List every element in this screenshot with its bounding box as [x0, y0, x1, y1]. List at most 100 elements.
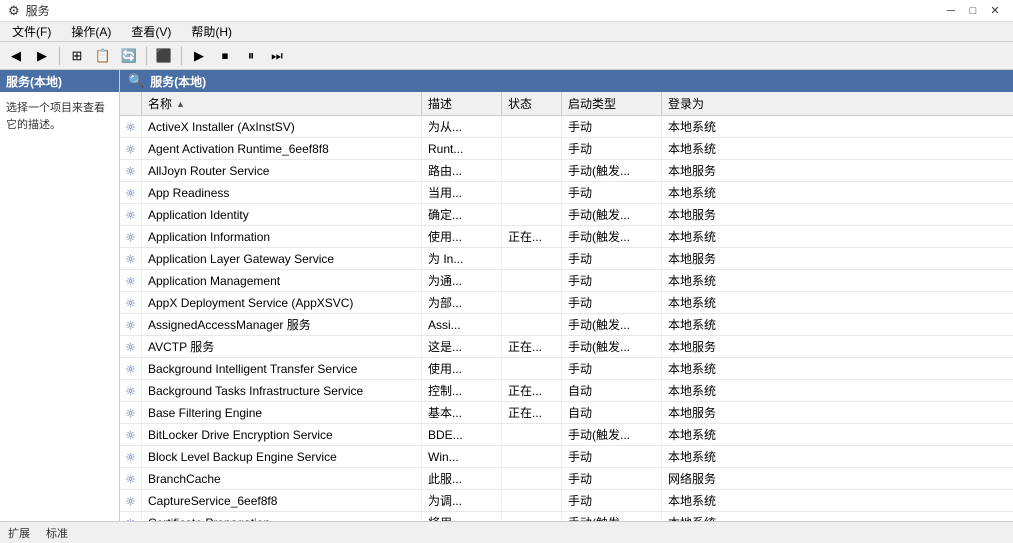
- service-icon-cell: [120, 490, 142, 511]
- table-row[interactable]: Block Level Backup Engine ServiceWin...手…: [120, 446, 1013, 468]
- service-login-as: 本地系统: [662, 226, 742, 247]
- toolbar-separator-1: [59, 47, 60, 65]
- service-name: Base Filtering Engine: [142, 402, 422, 423]
- table-row[interactable]: Background Tasks Infrastructure Service控…: [120, 380, 1013, 402]
- service-name: CaptureService_6eef8f8: [142, 490, 422, 511]
- table-row[interactable]: BitLocker Drive Encryption ServiceBDE...…: [120, 424, 1013, 446]
- table-row[interactable]: Application Information使用...正在...手动(触发..…: [120, 226, 1013, 248]
- service-login-as: 本地服务: [662, 204, 742, 225]
- left-panel-header-label: 服务(本地): [6, 73, 62, 90]
- service-status: 正在...: [502, 380, 562, 401]
- service-icon-cell: [120, 314, 142, 335]
- service-desc: 此服...: [422, 468, 502, 489]
- table-row[interactable]: AllJoyn Router Service路由...手动(触发...本地服务: [120, 160, 1013, 182]
- table-row[interactable]: Certificate Propagation将用...手动(触发...本地系统: [120, 512, 1013, 521]
- table-row[interactable]: Application Identity确定...手动(触发...本地服务: [120, 204, 1013, 226]
- service-login-as: 本地系统: [662, 138, 742, 159]
- menu-file[interactable]: 文件(F): [4, 21, 59, 42]
- service-status: 正在...: [502, 402, 562, 423]
- right-panel-header-label: 服务(本地): [150, 73, 206, 90]
- forward-button[interactable]: ▶: [30, 45, 54, 67]
- service-name: Agent Activation Runtime_6eef8f8: [142, 138, 422, 159]
- close-button[interactable]: ✕: [985, 2, 1005, 20]
- service-name: Background Tasks Infrastructure Service: [142, 380, 422, 401]
- resume-service-btn[interactable]: ⏭: [265, 45, 289, 67]
- service-desc: Win...: [422, 446, 502, 467]
- service-start-type: 手动: [562, 182, 662, 203]
- properties-btn[interactable]: 📋: [91, 45, 115, 67]
- service-icon-cell: [120, 402, 142, 423]
- menu-view[interactable]: 查看(V): [123, 21, 179, 42]
- table-row[interactable]: Application Management为通...手动本地系统: [120, 270, 1013, 292]
- service-login-as: 本地系统: [662, 380, 742, 401]
- service-desc: 控制...: [422, 380, 502, 401]
- pause-service-btn[interactable]: ⏸: [239, 45, 263, 67]
- service-status: [502, 182, 562, 203]
- service-login-as: 本地服务: [662, 248, 742, 269]
- table-row[interactable]: BranchCache此服...手动网络服务: [120, 468, 1013, 490]
- sort-arrow-name: ▲: [176, 99, 185, 109]
- table-row[interactable]: ActiveX Installer (AxInstSV)为从...手动本地系统: [120, 116, 1013, 138]
- service-name: App Readiness: [142, 182, 422, 203]
- status-standard[interactable]: 标准: [46, 525, 68, 541]
- service-icon-cell: [120, 336, 142, 357]
- menu-help[interactable]: 帮助(H): [183, 21, 240, 42]
- service-desc: 这是...: [422, 336, 502, 357]
- table-row[interactable]: Agent Activation Runtime_6eef8f8Runt...手…: [120, 138, 1013, 160]
- service-icon-cell: [120, 160, 142, 181]
- service-status: [502, 116, 562, 137]
- table-row[interactable]: Base Filtering Engine基本...正在...自动本地服务: [120, 402, 1013, 424]
- refresh-btn[interactable]: 🔄: [117, 45, 141, 67]
- start-service-btn[interactable]: ▶: [187, 45, 211, 67]
- header-name[interactable]: 名称 ▲: [142, 92, 422, 115]
- header-status[interactable]: 状态: [502, 92, 562, 115]
- header-start-type[interactable]: 启动类型: [562, 92, 662, 115]
- show-scope-btn[interactable]: ⊞: [65, 45, 89, 67]
- maximize-button[interactable]: □: [963, 2, 983, 20]
- service-login-as: 本地系统: [662, 314, 742, 335]
- header-login-as[interactable]: 登录为: [662, 92, 742, 115]
- toolbar-separator-3: [181, 47, 182, 65]
- service-icon-cell: [120, 116, 142, 137]
- service-start-type: 手动: [562, 292, 662, 313]
- service-desc: Runt...: [422, 138, 502, 159]
- service-status: [502, 358, 562, 379]
- service-name: Certificate Propagation: [142, 512, 422, 521]
- service-start-type: 手动(触发...: [562, 424, 662, 445]
- service-desc: 使用...: [422, 226, 502, 247]
- service-status: [502, 204, 562, 225]
- service-start-type: 手动: [562, 468, 662, 489]
- service-start-type: 手动(触发...: [562, 314, 662, 335]
- table-row[interactable]: AppX Deployment Service (AppXSVC)为部...手动…: [120, 292, 1013, 314]
- service-icon-cell: [120, 270, 142, 291]
- export-btn[interactable]: ⬛: [152, 45, 176, 67]
- service-start-type: 手动: [562, 358, 662, 379]
- table-row[interactable]: Background Intelligent Transfer Service使…: [120, 358, 1013, 380]
- service-login-as: 本地系统: [662, 490, 742, 511]
- service-icon-cell: [120, 138, 142, 159]
- back-button[interactable]: ◀: [4, 45, 28, 67]
- service-start-type: 手动(触发...: [562, 226, 662, 247]
- table-row[interactable]: AssignedAccessManager 服务Assi...手动(触发...本…: [120, 314, 1013, 336]
- service-status: [502, 490, 562, 511]
- menu-action[interactable]: 操作(A): [63, 21, 119, 42]
- table-row[interactable]: CaptureService_6eef8f8为调...手动本地系统: [120, 490, 1013, 512]
- service-icon-cell: [120, 512, 142, 521]
- service-login-as: 本地系统: [662, 512, 742, 521]
- status-extended[interactable]: 扩展: [8, 525, 30, 541]
- table-row[interactable]: Application Layer Gateway Service为 In...…: [120, 248, 1013, 270]
- title-bar-controls: ─ □ ✕: [941, 2, 1005, 20]
- service-desc: 确定...: [422, 204, 502, 225]
- table-row[interactable]: AVCTP 服务这是...正在...手动(触发...本地服务: [120, 336, 1013, 358]
- service-name: Block Level Backup Engine Service: [142, 446, 422, 467]
- header-desc[interactable]: 描述: [422, 92, 502, 115]
- stop-service-btn[interactable]: ⏹: [213, 45, 237, 67]
- service-start-type: 自动: [562, 402, 662, 423]
- service-login-as: 本地系统: [662, 270, 742, 291]
- service-icon-cell: [120, 204, 142, 225]
- minimize-button[interactable]: ─: [941, 2, 961, 20]
- service-name: Application Information: [142, 226, 422, 247]
- toolbar-separator-2: [146, 47, 147, 65]
- service-desc: 为 In...: [422, 248, 502, 269]
- table-row[interactable]: App Readiness当用...手动本地系统: [120, 182, 1013, 204]
